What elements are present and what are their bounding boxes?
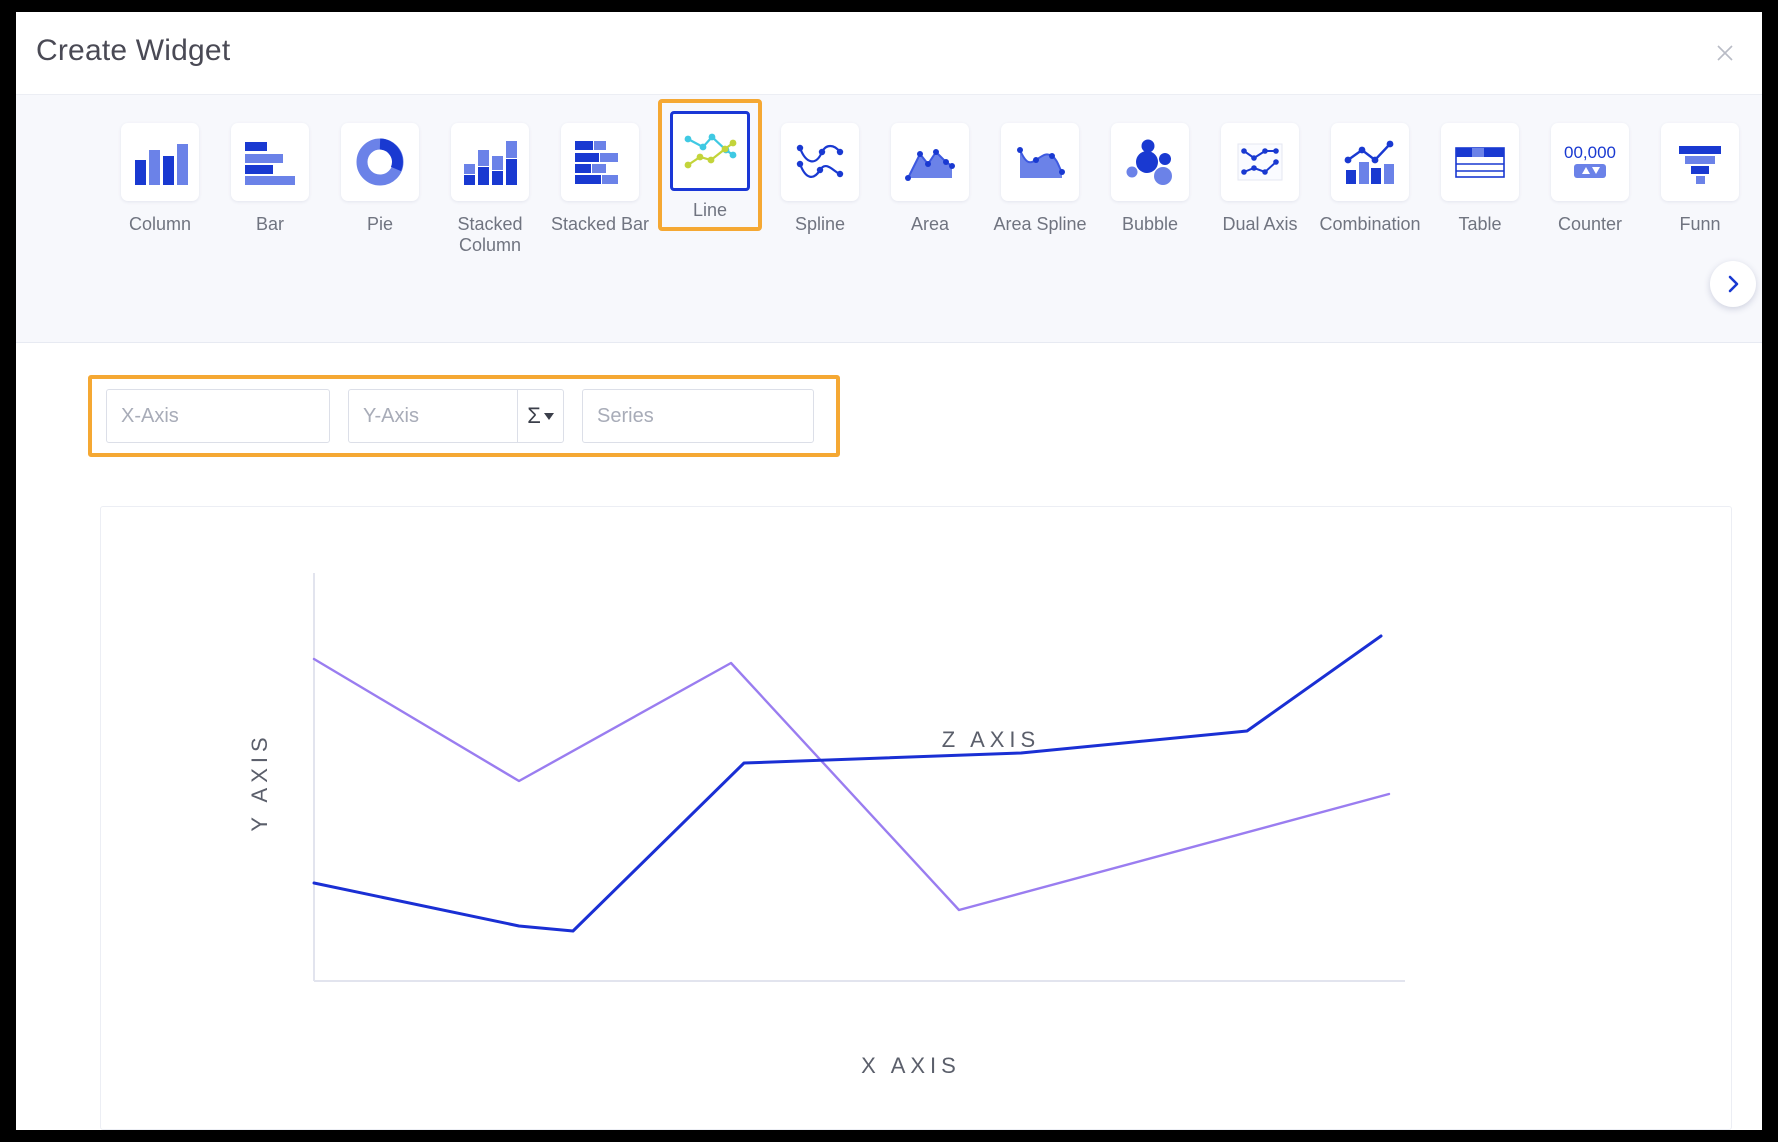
line-chart-preview: Y AXIS Z AXIS X AXIS — [247, 573, 1405, 1078]
chart-type-counter[interactable]: 00,000 Counter — [1535, 111, 1645, 235]
spline-chart-icon — [781, 123, 859, 201]
chart-type-spline[interactable]: Spline — [765, 111, 875, 235]
chart-type-label: Stacked Bar — [550, 214, 650, 234]
modal-header: Create Widget — [16, 12, 1762, 95]
x-axis-placeholder: X-Axis — [121, 404, 179, 427]
chart-preview-card: Y AXIS Z AXIS X AXIS — [100, 506, 1732, 1130]
chart-type-area-spline[interactable]: Area Spline — [985, 111, 1095, 235]
chart-type-bar[interactable]: Bar — [215, 111, 325, 235]
y-axis-placeholder: Y-Axis — [363, 404, 419, 427]
table-icon — [1441, 123, 1519, 201]
series-input[interactable]: Series — [582, 389, 814, 443]
z-axis-annotation: Z AXIS — [942, 727, 1040, 752]
area-spline-icon — [1001, 123, 1079, 201]
pie-chart-icon — [341, 123, 419, 201]
chart-type-bubble[interactable]: Bubble — [1095, 111, 1205, 235]
close-glyph — [1717, 45, 1733, 61]
chart-type-label: Spline — [794, 214, 846, 234]
chart-type-stacked-bar[interactable]: Stacked Bar — [545, 111, 655, 235]
line-chart-icon — [670, 111, 750, 191]
chart-type-label: Area Spline — [993, 214, 1087, 234]
x-axis-input[interactable]: X-Axis — [106, 389, 330, 443]
chevron-right-glyph — [1728, 275, 1739, 293]
chart-type-label: Bar — [255, 214, 284, 234]
chart-type-dual-axis[interactable]: Dual Axis — [1205, 111, 1315, 235]
chart-type-pie[interactable]: Pie — [325, 111, 435, 235]
dual-axis-icon — [1221, 123, 1299, 201]
counter-icon-text: 00,000 — [1564, 143, 1616, 162]
bubble-chart-icon — [1111, 123, 1189, 201]
chart-type-line[interactable]: Line — [658, 99, 762, 232]
chart-type-selector: Column Bar Pie Stacked Column Stacked Ba… — [16, 95, 1762, 343]
y-axis-title: Y AXIS — [247, 732, 272, 831]
chart-type-label: Funn — [1679, 214, 1721, 234]
chart-type-label: Counter — [1557, 214, 1623, 234]
chart-type-table[interactable]: Table — [1425, 111, 1535, 235]
chart-type-funnel[interactable]: Funn — [1645, 111, 1755, 235]
series-line-2 — [312, 657, 1391, 912]
stacked-bar-icon — [561, 123, 639, 201]
area-chart-icon — [891, 123, 969, 201]
chart-type-area[interactable]: Area — [875, 111, 985, 235]
chart-type-stacked-column[interactable]: Stacked Column — [435, 111, 545, 256]
series-placeholder: Series — [597, 404, 654, 427]
chart-type-label: Combination — [1319, 214, 1421, 234]
chevron-down-icon — [543, 412, 554, 420]
page-title: Create Widget — [36, 34, 231, 67]
chart-type-label: Column — [128, 214, 192, 234]
stacked-column-icon — [451, 123, 529, 201]
close-icon[interactable] — [1706, 34, 1744, 72]
chart-type-label: Table — [1458, 214, 1502, 234]
chart-type-label: Stacked Column — [457, 214, 523, 256]
chevron-right-icon[interactable] — [1710, 261, 1756, 307]
bar-chart-icon — [231, 123, 309, 201]
combination-chart-icon — [1331, 123, 1409, 201]
chart-type-label: Line — [692, 200, 728, 220]
series-line-1 — [312, 634, 1383, 933]
chart-type-label: Area — [910, 214, 950, 234]
y-axis-input[interactable]: Y-Axis Σ — [348, 389, 564, 443]
chart-type-list: Column Bar Pie Stacked Column Stacked Ba… — [105, 99, 1755, 256]
chart-type-label: Pie — [366, 214, 393, 234]
funnel-chart-icon — [1661, 123, 1739, 201]
sigma-icon: Σ — [527, 403, 541, 428]
chart-type-label: Dual Axis — [1222, 214, 1298, 234]
column-chart-icon — [121, 123, 199, 201]
chart-type-label: Bubble — [1121, 214, 1179, 234]
aggregate-dropdown-button[interactable]: Σ — [517, 390, 563, 442]
x-axis-title: X AXIS — [861, 1053, 961, 1078]
chart-type-combination[interactable]: Combination — [1315, 111, 1425, 235]
axis-field-row: X-Axis Y-Axis Σ Series — [88, 375, 840, 457]
chart-type-column[interactable]: Column — [105, 111, 215, 235]
create-widget-modal: Create Widget Column Bar Pie Stacked Col… — [16, 12, 1762, 1130]
counter-icon: 00,000 — [1551, 123, 1629, 201]
